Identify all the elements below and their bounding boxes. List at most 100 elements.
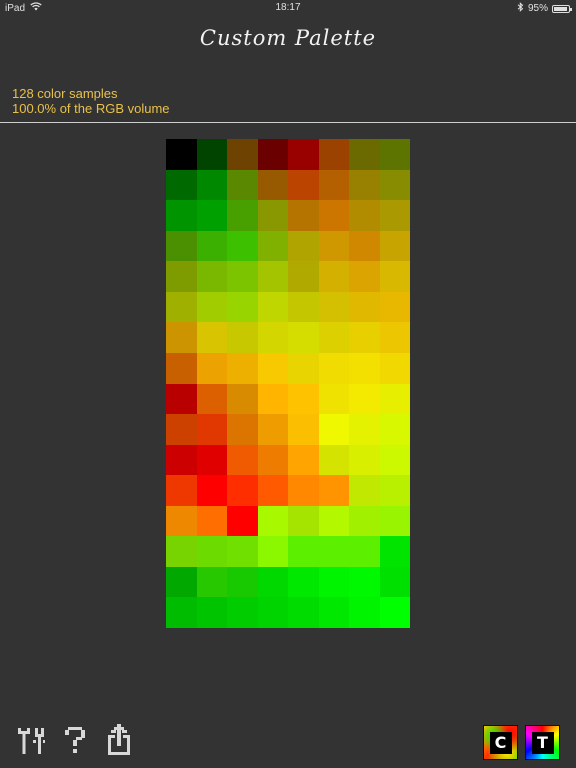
color-swatch[interactable] [166, 230, 197, 262]
color-swatch[interactable] [318, 566, 349, 598]
color-swatch[interactable] [349, 597, 380, 628]
color-swatch[interactable] [166, 475, 197, 506]
color-mode-button[interactable]: C [483, 725, 518, 760]
color-swatch[interactable] [196, 261, 227, 292]
color-swatch[interactable] [227, 383, 258, 415]
color-swatch[interactable] [257, 566, 288, 598]
color-swatch[interactable] [318, 291, 349, 323]
color-swatch[interactable] [227, 505, 258, 537]
help-button[interactable] [60, 726, 90, 758]
color-swatch[interactable] [257, 597, 288, 628]
color-swatch[interactable] [349, 505, 380, 537]
color-swatch[interactable] [196, 322, 227, 353]
color-swatch[interactable] [227, 169, 258, 201]
share-button[interactable] [104, 723, 134, 758]
color-swatch[interactable] [318, 536, 349, 567]
color-swatch[interactable] [196, 139, 227, 170]
color-swatch[interactable] [318, 383, 349, 415]
color-swatch[interactable] [166, 169, 197, 201]
color-swatch[interactable] [349, 139, 380, 170]
color-swatch[interactable] [288, 566, 319, 598]
color-swatch[interactable] [288, 230, 319, 262]
color-swatch[interactable] [379, 230, 410, 262]
color-swatch[interactable] [227, 414, 258, 445]
color-swatch[interactable] [196, 352, 227, 384]
color-swatch[interactable] [166, 139, 197, 170]
color-swatch[interactable] [349, 230, 380, 262]
color-swatch[interactable] [257, 230, 288, 262]
color-swatch[interactable] [318, 597, 349, 628]
color-swatch[interactable] [318, 169, 349, 201]
color-palette-grid[interactable] [166, 139, 410, 628]
color-swatch[interactable] [166, 505, 197, 537]
color-swatch[interactable] [166, 444, 197, 476]
color-swatch[interactable] [349, 444, 380, 476]
color-swatch[interactable] [349, 169, 380, 201]
color-swatch[interactable] [196, 383, 227, 415]
color-swatch[interactable] [227, 139, 258, 170]
color-swatch[interactable] [318, 352, 349, 384]
color-swatch[interactable] [288, 352, 319, 384]
color-swatch[interactable] [349, 475, 380, 506]
color-swatch[interactable] [196, 597, 227, 628]
color-swatch[interactable] [257, 505, 288, 537]
color-swatch[interactable] [379, 383, 410, 415]
color-swatch[interactable] [288, 444, 319, 476]
color-swatch[interactable] [318, 414, 349, 445]
color-swatch[interactable] [379, 139, 410, 170]
color-swatch[interactable] [166, 383, 197, 415]
color-swatch[interactable] [166, 200, 197, 231]
color-swatch[interactable] [257, 291, 288, 323]
color-swatch[interactable] [288, 414, 319, 445]
color-swatch[interactable] [166, 322, 197, 353]
color-swatch[interactable] [257, 352, 288, 384]
color-swatch[interactable] [196, 200, 227, 231]
color-swatch[interactable] [166, 291, 197, 323]
color-swatch[interactable] [349, 383, 380, 415]
color-swatch[interactable] [257, 169, 288, 201]
color-swatch[interactable] [379, 261, 410, 292]
color-swatch[interactable] [196, 536, 227, 567]
color-swatch[interactable] [196, 291, 227, 323]
color-swatch[interactable] [227, 352, 258, 384]
color-swatch[interactable] [288, 505, 319, 537]
color-swatch[interactable] [166, 352, 197, 384]
color-swatch[interactable] [379, 200, 410, 231]
color-swatch[interactable] [318, 261, 349, 292]
color-swatch[interactable] [196, 444, 227, 476]
color-swatch[interactable] [227, 230, 258, 262]
color-swatch[interactable] [288, 261, 319, 292]
color-swatch[interactable] [257, 139, 288, 170]
color-swatch[interactable] [349, 536, 380, 567]
color-swatch[interactable] [227, 566, 258, 598]
color-swatch[interactable] [288, 322, 319, 353]
color-swatch[interactable] [257, 383, 288, 415]
color-swatch[interactable] [379, 414, 410, 445]
color-swatch[interactable] [196, 230, 227, 262]
color-swatch[interactable] [166, 261, 197, 292]
color-swatch[interactable] [227, 291, 258, 323]
color-swatch[interactable] [257, 536, 288, 567]
color-swatch[interactable] [349, 352, 380, 384]
color-swatch[interactable] [379, 475, 410, 506]
color-swatch[interactable] [227, 475, 258, 506]
color-swatch[interactable] [227, 536, 258, 567]
color-swatch[interactable] [318, 444, 349, 476]
color-swatch[interactable] [166, 566, 197, 598]
color-swatch[interactable] [257, 444, 288, 476]
color-swatch[interactable] [196, 566, 227, 598]
color-swatch[interactable] [257, 261, 288, 292]
settings-button[interactable] [16, 726, 46, 758]
color-swatch[interactable] [227, 200, 258, 231]
color-swatch[interactable] [379, 352, 410, 384]
color-swatch[interactable] [379, 597, 410, 628]
color-swatch[interactable] [288, 597, 319, 628]
color-swatch[interactable] [257, 475, 288, 506]
color-swatch[interactable] [318, 200, 349, 231]
color-swatch[interactable] [379, 536, 410, 567]
color-swatch[interactable] [196, 414, 227, 445]
color-swatch[interactable] [166, 536, 197, 567]
color-swatch[interactable] [379, 444, 410, 476]
color-swatch[interactable] [166, 597, 197, 628]
color-swatch[interactable] [288, 200, 319, 231]
